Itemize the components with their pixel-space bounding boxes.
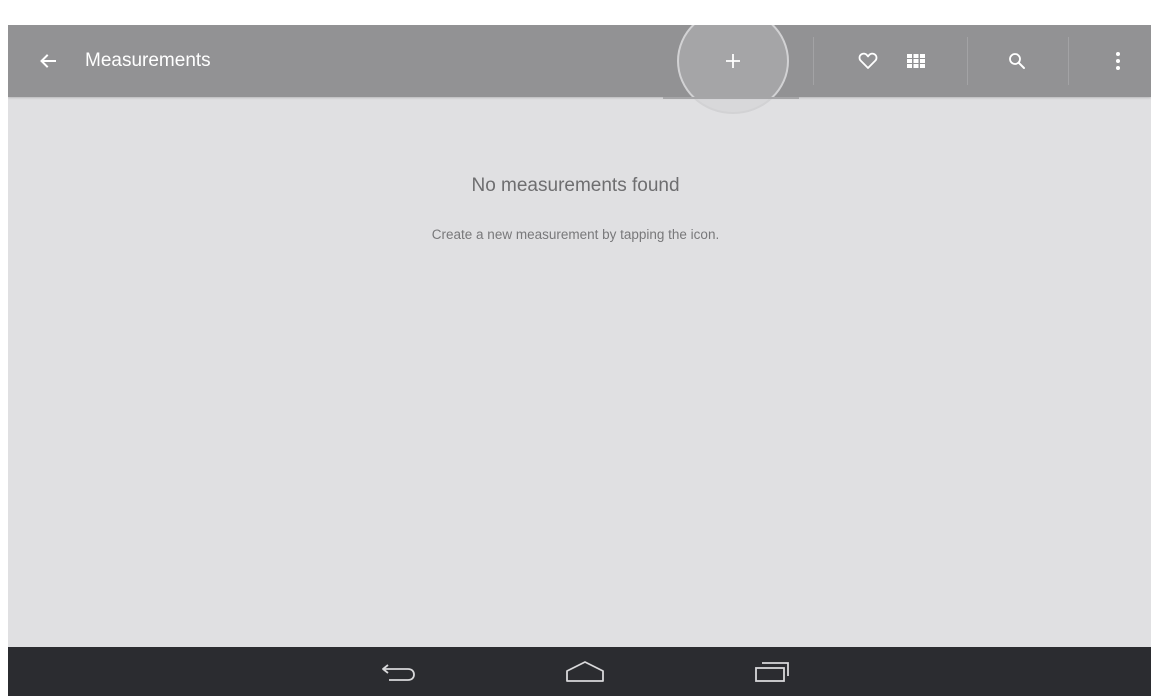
nav-recents-icon bbox=[755, 662, 789, 682]
add-icon bbox=[726, 54, 740, 68]
page-title: Measurements bbox=[85, 50, 211, 71]
toolbar-divider bbox=[967, 37, 968, 85]
action-bar: Measurements bbox=[8, 25, 1151, 114]
grid-view-button[interactable] bbox=[898, 43, 934, 79]
search-button[interactable] bbox=[999, 43, 1035, 79]
overflow-icon bbox=[1116, 52, 1120, 70]
nav-recents-button[interactable] bbox=[747, 653, 797, 691]
back-button[interactable] bbox=[30, 43, 66, 79]
app-screen: Measurements No measurements found Creat… bbox=[8, 25, 1151, 696]
toolbar-divider bbox=[1068, 37, 1069, 85]
empty-state-subtitle: Create a new measurement by tapping the … bbox=[431, 227, 720, 242]
system-nav-bar bbox=[8, 647, 1151, 696]
nav-back-icon bbox=[382, 664, 415, 681]
add-button-underline bbox=[663, 97, 799, 99]
grid-icon bbox=[907, 54, 925, 68]
add-measurement-button[interactable] bbox=[715, 43, 751, 79]
overflow-menu-button[interactable] bbox=[1100, 43, 1136, 79]
search-icon bbox=[1009, 53, 1025, 69]
arrow-back-icon bbox=[40, 54, 56, 68]
heart-icon bbox=[858, 52, 878, 69]
empty-state-title: No measurements found bbox=[471, 175, 680, 196]
nav-back-button[interactable] bbox=[374, 653, 424, 691]
nav-home-button[interactable] bbox=[560, 653, 610, 691]
toolbar-divider bbox=[813, 37, 814, 85]
favorites-button[interactable] bbox=[850, 43, 886, 79]
nav-home-icon bbox=[566, 661, 604, 682]
